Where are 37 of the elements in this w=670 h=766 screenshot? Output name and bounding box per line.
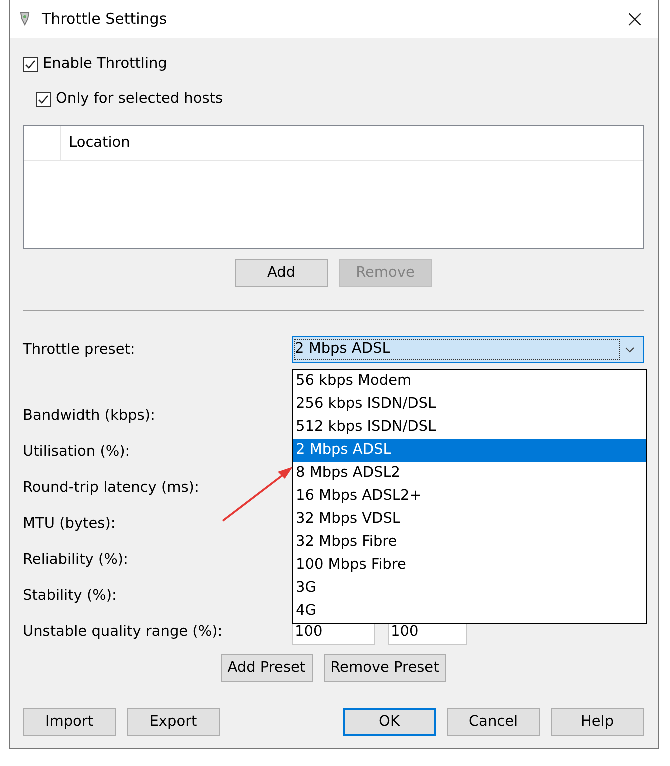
footer-button[interactable]: OK [343,708,436,736]
dropdown-option[interactable]: 2 Mbps ADSL [293,439,646,462]
field-label: Throttle preset: [23,342,136,358]
annotation-arrow [222,466,294,522]
field-label: Stability (%): [23,588,118,604]
dropdown-option[interactable]: 32 Mbps Fibre [293,531,646,554]
footer-button[interactable]: Cancel [447,708,540,736]
preset-button[interactable]: Remove Preset [324,654,446,682]
dropdown-option[interactable]: 512 kbps ISDN/DSL [293,416,646,439]
footer-button[interactable]: Import [23,708,116,736]
field-label: Reliability (%): [23,552,130,568]
field-label: Utilisation (%): [23,444,132,460]
preset-dropdown[interactable]: 2 Mbps ADSL [292,336,644,363]
table-button[interactable]: Add [235,259,328,287]
close-button[interactable]: × [612,0,658,38]
dropdown-option[interactable]: 3G [293,577,646,600]
dropdown-option[interactable]: 8 Mbps ADSL2 [293,462,646,485]
dropdown-option[interactable]: 16 Mbps ADSL2+ [293,485,646,508]
app-icon [20,12,30,26]
checkbox-label[interactable]: Enable Throttling [43,56,168,72]
caret-icon [625,346,635,352]
field-label: MTU (bytes): [23,516,117,532]
dropdown-option[interactable]: 32 Mbps VDSL [293,508,646,531]
column-header[interactable]: Location [61,126,643,160]
footer-button[interactable]: Help [551,708,644,736]
checkbox[interactable] [23,56,38,72]
preset-button[interactable]: Add Preset [220,654,313,682]
window-title: Throttle Settings [42,10,168,28]
dropdown-option[interactable]: 256 kbps ISDN/DSL [293,393,646,416]
checkbox[interactable] [36,92,51,106]
field-label: Round-trip latency (ms): [23,480,200,496]
field-label: Unstable quality range (%): [23,624,224,640]
field-label: Bandwidth (kbps): [23,408,156,424]
checkbox-label[interactable]: Only for selected hosts [56,91,224,107]
dropdown-option[interactable]: 100 Mbps Fibre [293,554,646,577]
footer-button[interactable]: Export [127,708,220,736]
dropdown-option[interactable]: 56 kbps Modem [293,370,646,393]
